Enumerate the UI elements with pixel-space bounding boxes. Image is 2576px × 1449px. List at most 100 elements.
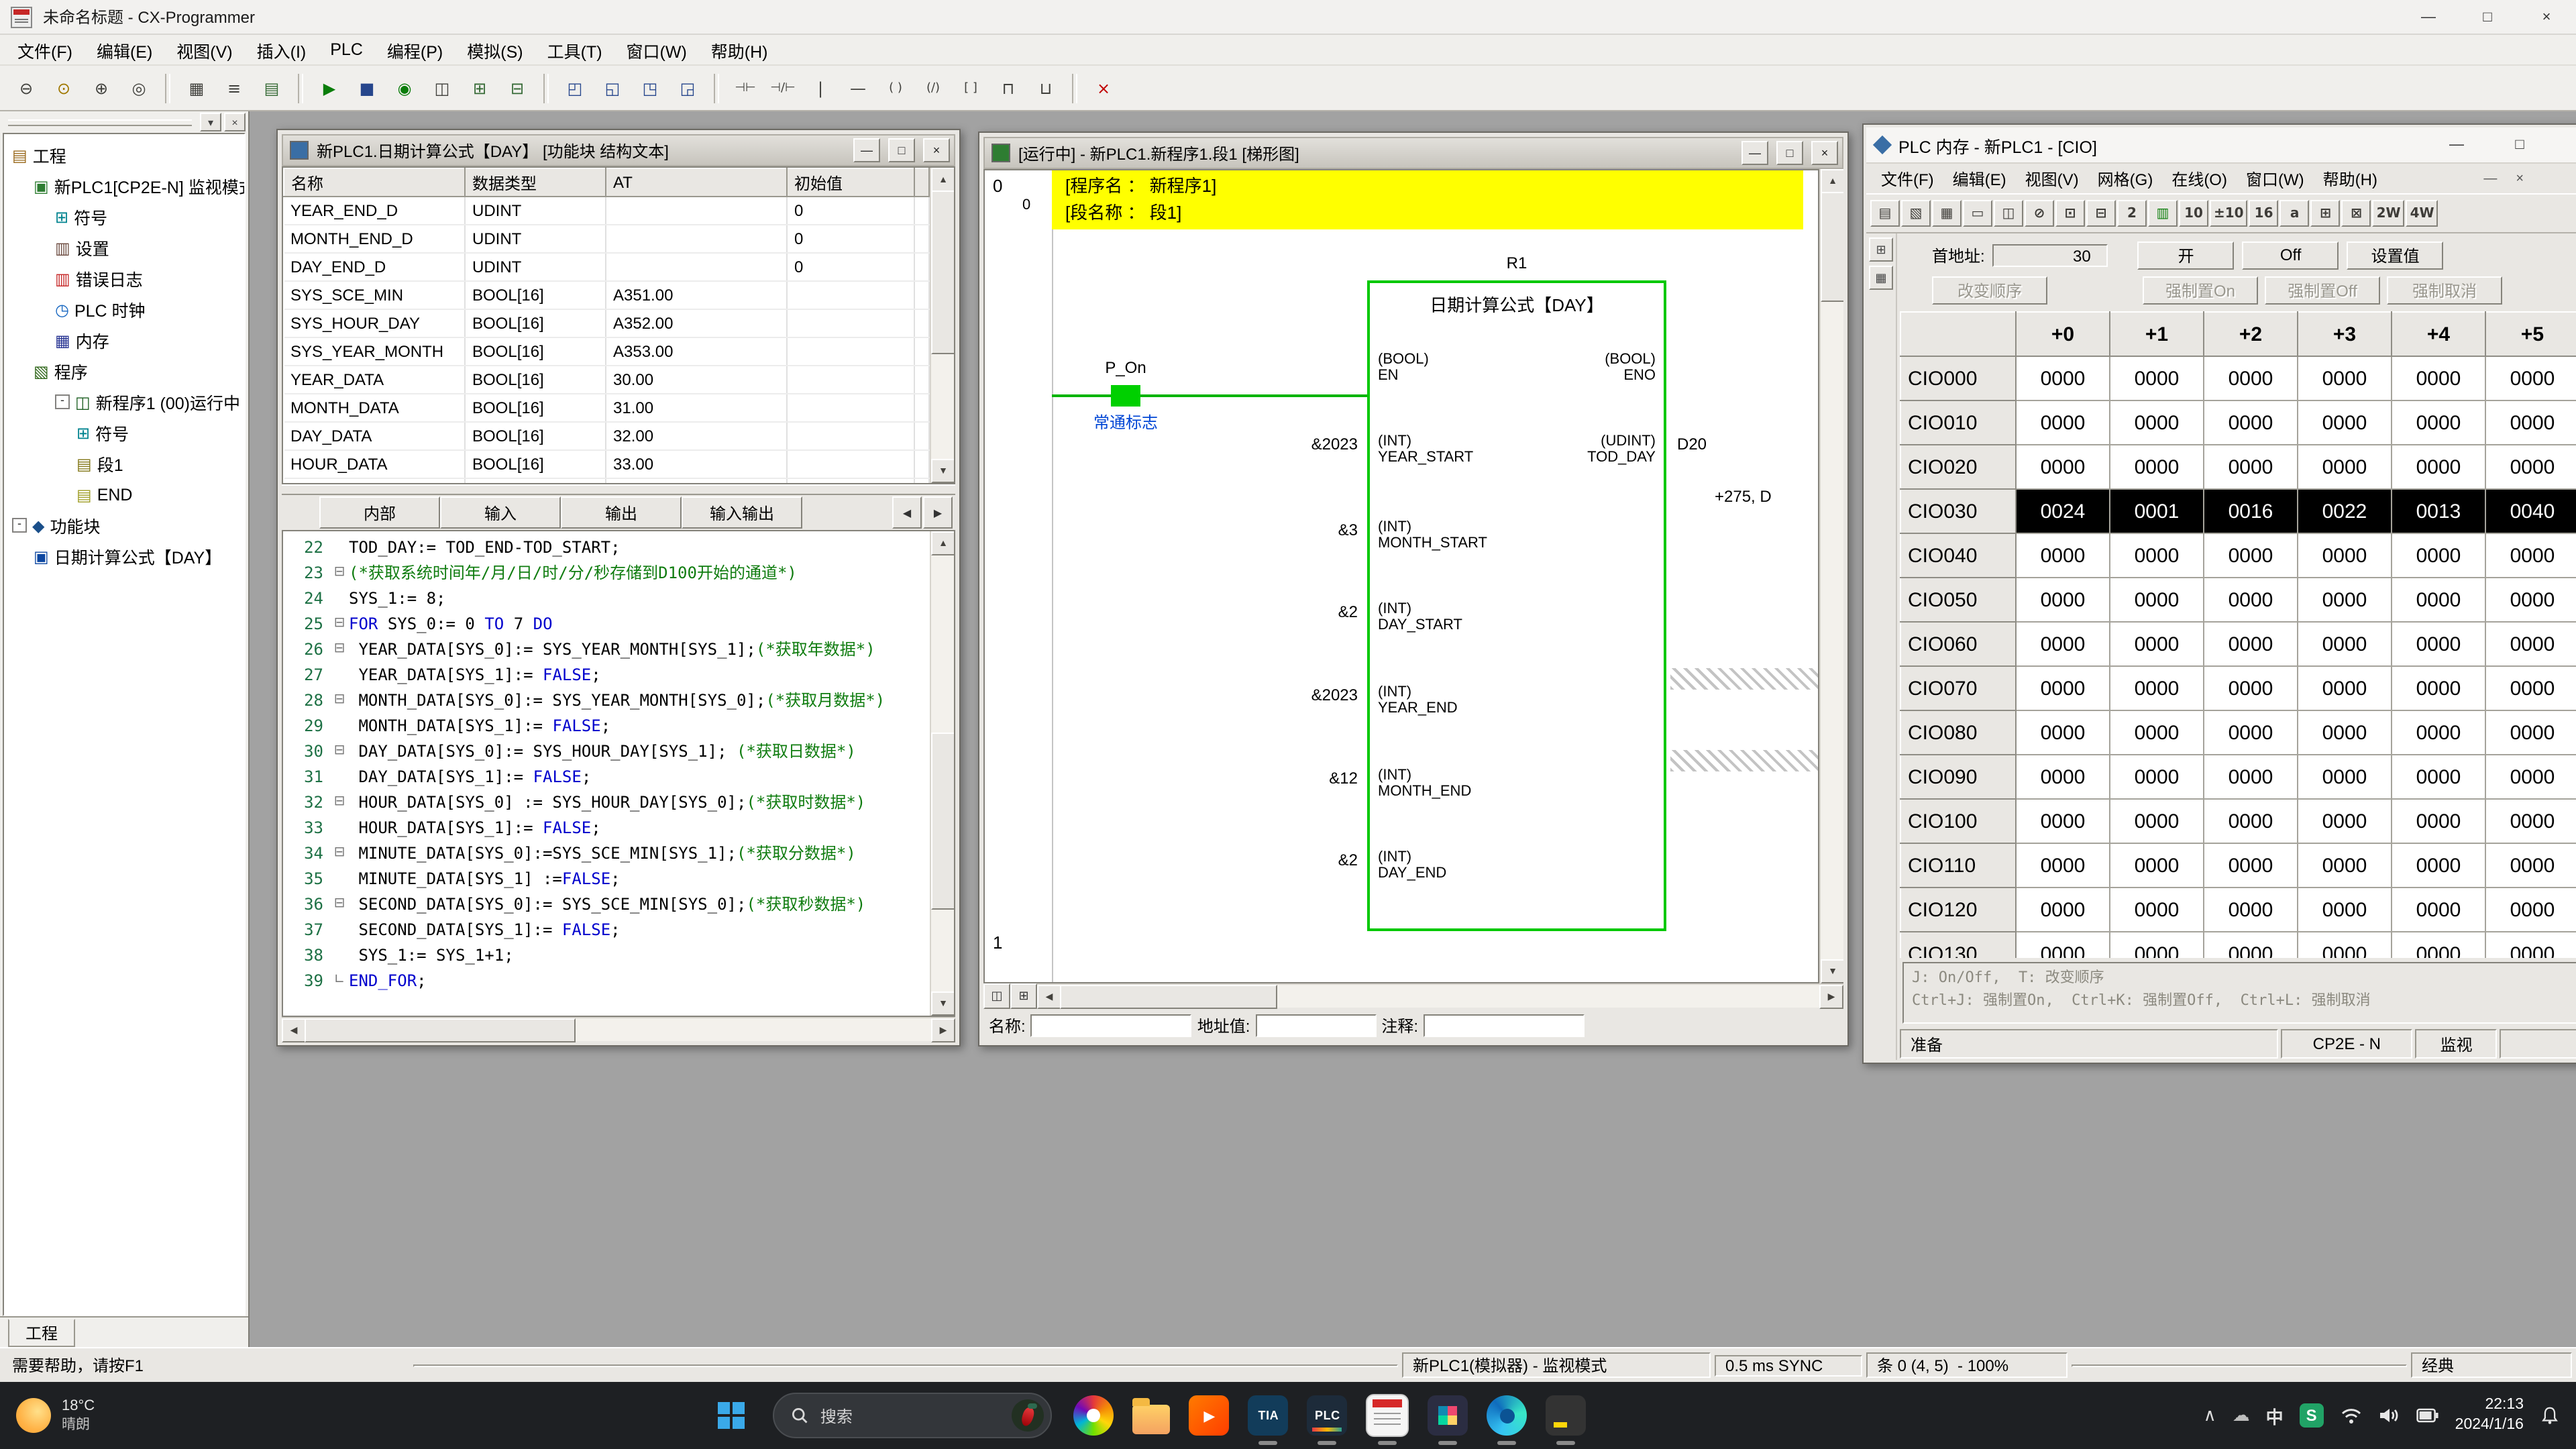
start-address-input[interactable]: 30: [1993, 244, 2108, 266]
memory-cell[interactable]: 0000: [2204, 578, 2298, 622]
memory-cell[interactable]: 0000: [2298, 932, 2392, 958]
closed-coil-icon[interactable]: (/): [915, 70, 951, 106]
zoom-in-icon[interactable]: ⊕: [83, 70, 119, 106]
code-line[interactable]: 27 YEAR_DATA[SYS_1]:= FALSE;: [283, 661, 930, 687]
studio-app-icon[interactable]: [1428, 1395, 1468, 1436]
ascii-format-icon[interactable]: a: [2280, 200, 2310, 227]
var-table-cell[interactable]: 31.00: [606, 394, 787, 422]
var-table-row[interactable]: YEAR_DATABOOL[16]30.00: [284, 366, 929, 394]
memory-cell[interactable]: 0000: [2392, 445, 2485, 489]
memory-window-titlebar[interactable]: PLC 内存 - 新PLC1 - [CIO] — □ ×: [1866, 127, 2576, 164]
var-table-cell[interactable]: UDINT: [465, 197, 606, 225]
settings-node[interactable]: ▥设置: [4, 232, 244, 263]
memory-maximize-button[interactable]: □: [2493, 127, 2546, 162]
memory-cell[interactable]: 0000: [2110, 533, 2204, 578]
memory-menu-item-3[interactable]: 网格(G): [2088, 166, 2163, 191]
tree-expander-icon[interactable]: -: [55, 394, 70, 409]
code-line[interactable]: 24SYS_1:= 8;: [283, 585, 930, 610]
fb-tab-2[interactable]: 输出: [561, 496, 682, 529]
var-table-row[interactable]: DAY_DATABOOL[16]32.00: [284, 422, 929, 450]
scroll-arrow-icon[interactable]: ▲: [931, 168, 955, 192]
ladder-maximize-button[interactable]: □: [1776, 141, 1803, 165]
code-fold-icon[interactable]: ⊟: [330, 845, 349, 860]
memory-cell[interactable]: 0000: [2392, 710, 2485, 755]
var-table-row[interactable]: MONTH_END_DUDINT0: [284, 225, 929, 253]
var-table-cell[interactable]: BOOL[16]: [465, 366, 606, 394]
fb-operand-tod_day[interactable]: D20: [1677, 435, 1707, 453]
tia-portal-app-icon[interactable]: TIA: [1248, 1395, 1289, 1436]
binary-format-icon[interactable]: 2: [2117, 200, 2147, 227]
memory-menu-item-4[interactable]: 在线(O): [2162, 166, 2237, 191]
var-table-cell[interactable]: [787, 366, 914, 394]
memory-cell[interactable]: 0000: [2016, 400, 2110, 445]
scroll-arrow-icon[interactable]: ▼: [931, 991, 955, 1016]
scroll-arrow-icon[interactable]: ◀: [282, 1018, 306, 1042]
memory-cell[interactable]: 0000: [2110, 755, 2204, 799]
memory-cell[interactable]: 0000: [2298, 356, 2392, 400]
memory-cell[interactable]: 0000: [2298, 622, 2392, 666]
var-table-cell[interactable]: BOOL[16]: [465, 478, 606, 484]
force-button-1[interactable]: 强制置On: [2143, 276, 2258, 304]
code-fold-icon[interactable]: ∟: [330, 973, 349, 987]
memory-cell[interactable]: 0000: [2204, 799, 2298, 843]
code-fold-icon[interactable]: ⊟: [330, 743, 349, 758]
menu-item-0[interactable]: 文件(F): [5, 34, 85, 65]
memory-cell[interactable]: 0000: [2016, 578, 2110, 622]
memory-cell[interactable]: 0000: [2298, 445, 2392, 489]
fb-operand-month_start[interactable]: &3: [1253, 521, 1358, 539]
preview-icon[interactable]: ◫: [1994, 200, 2023, 227]
scroll-arrow-icon[interactable]: ▶: [931, 1018, 955, 1042]
var-table-cell[interactable]: HOUR_DATA: [284, 450, 465, 478]
onedrive-cloud-icon[interactable]: ☁: [2233, 1405, 2250, 1426]
run-icon[interactable]: ▶: [311, 70, 347, 106]
monitor-icon[interactable]: ▥: [2148, 200, 2178, 227]
expand-icon[interactable]: ⊞: [2311, 200, 2341, 227]
memory-menu-item-6[interactable]: 帮助(H): [2314, 166, 2387, 191]
memory-cell[interactable]: 0000: [2016, 932, 2110, 958]
memory-cell[interactable]: 0000: [2016, 666, 2110, 710]
memory-cell[interactable]: 0000: [2298, 888, 2392, 932]
code-fold-icon[interactable]: ⊟: [330, 616, 349, 631]
fb-minimize-button[interactable]: —: [853, 138, 880, 162]
fb-maximize-button[interactable]: □: [888, 138, 915, 162]
scroll-arrow-icon[interactable]: ▲: [1821, 169, 1843, 193]
end-node[interactable]: ▤END: [4, 479, 244, 510]
watch-view-icon[interactable]: ◳: [632, 70, 668, 106]
player-app-icon[interactable]: [1074, 1395, 1114, 1436]
var-table-cell[interactable]: DAY_DATA: [284, 422, 465, 450]
memory-cell[interactable]: 0000: [2110, 710, 2204, 755]
var-table-cell[interactable]: A351.00: [606, 281, 787, 309]
set-value-button[interactable]: 设置值: [2347, 241, 2444, 269]
scroll-arrow-icon[interactable]: ▲: [931, 531, 955, 555]
memory-cell[interactable]: 0000: [2016, 445, 2110, 489]
var-table-cell[interactable]: MONTH_END_D: [284, 225, 465, 253]
var-table-cell[interactable]: MONTH_DATA: [284, 394, 465, 422]
contact-p-on[interactable]: [1111, 385, 1140, 407]
scroll-arrow-icon[interactable]: ◀: [1037, 985, 1061, 1009]
cx-programmer-app-icon[interactable]: [1366, 1394, 1409, 1437]
code-line[interactable]: 29 MONTH_DATA[SYS_1]:= FALSE;: [283, 712, 930, 738]
var-table-cell[interactable]: 32.00: [606, 422, 787, 450]
var-table-row[interactable]: SYS_YEAR_MONTHBOOL[16]A353.00: [284, 337, 929, 366]
address-field-input[interactable]: [1255, 1014, 1376, 1036]
code-fold-icon[interactable]: ⊟: [330, 565, 349, 580]
memory-cell[interactable]: 0000: [2485, 755, 2576, 799]
code-line[interactable]: 26⊟ YEAR_DATA[SYS_0]:= SYS_YEAR_MONTH[SY…: [283, 636, 930, 661]
monitor-icon[interactable]: ◉: [386, 70, 423, 106]
memory-cell[interactable]: 0000: [2392, 843, 2485, 888]
menu-item-7[interactable]: 工具(T): [535, 34, 614, 65]
code-line[interactable]: 32⊟ HOUR_DATA[SYS_0] := SYS_HOUR_DAY[SYS…: [283, 789, 930, 814]
var-table-row[interactable]: HOUR_DATABOOL[16]33.00: [284, 450, 929, 478]
var-table-cell[interactable]: [787, 394, 914, 422]
panel-grip[interactable]: [8, 119, 192, 125]
terminal-app-icon[interactable]: [1546, 1395, 1587, 1436]
memory-cell[interactable]: 0000: [2110, 578, 2204, 622]
program1-symbols-node[interactable]: ⊞符号: [4, 417, 244, 448]
close-button[interactable]: ×: [2517, 0, 2576, 34]
function-blocks-node[interactable]: -◆功能块: [4, 510, 244, 541]
battery-icon[interactable]: [2416, 1407, 2439, 1424]
code-fold-icon[interactable]: ⊟: [330, 641, 349, 656]
memory-cell[interactable]: 0000: [2298, 533, 2392, 578]
var-table-cell[interactable]: [606, 253, 787, 281]
memory-cell[interactable]: 0016: [2204, 489, 2298, 533]
